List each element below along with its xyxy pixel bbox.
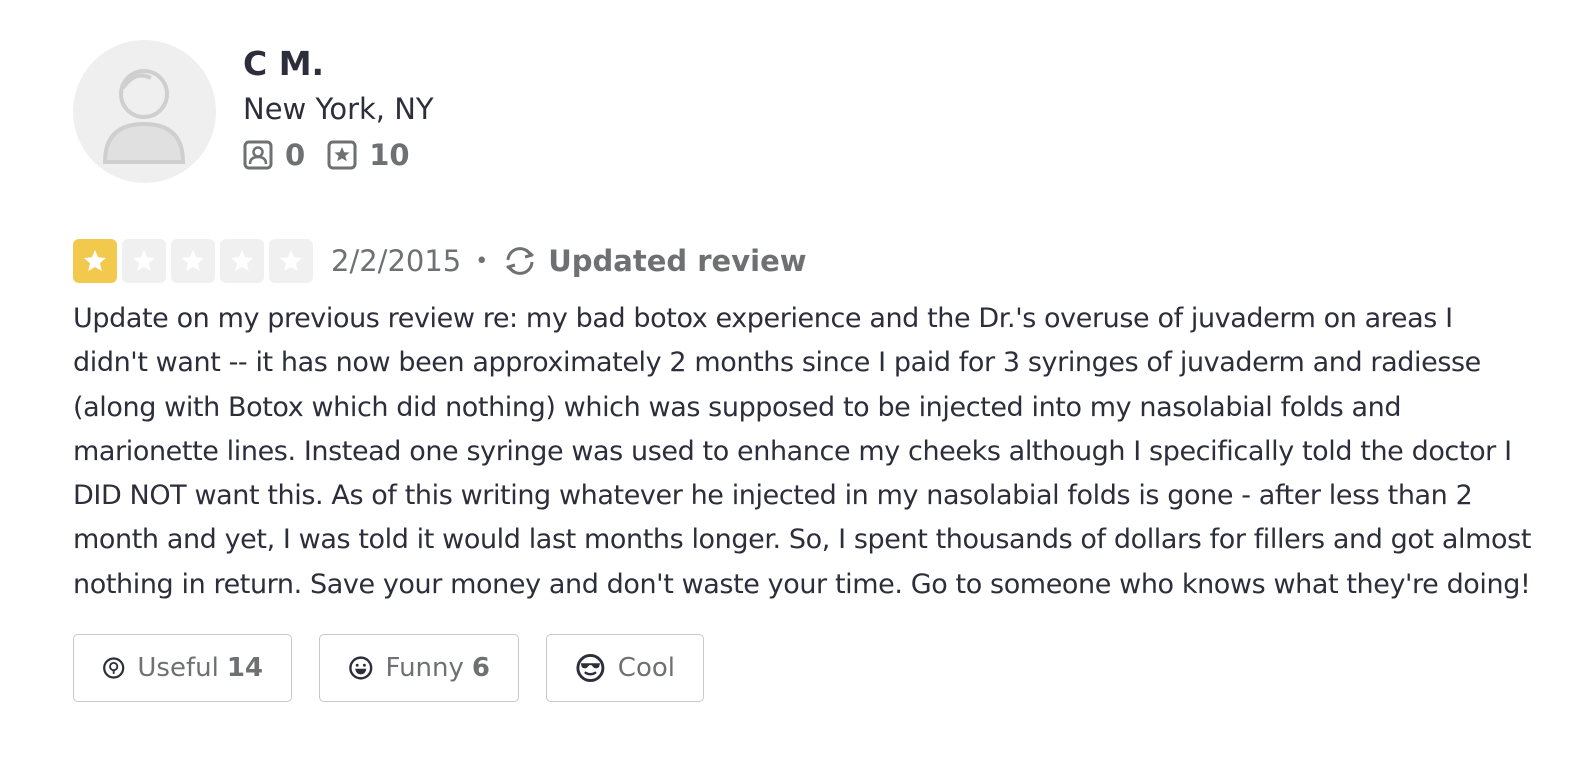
laughing-face-icon xyxy=(349,656,373,680)
funny-button[interactable]: Funny 6 xyxy=(319,634,519,703)
star-empty xyxy=(220,239,264,283)
funny-label: Funny xyxy=(385,653,464,684)
review-meta: 2/2/2015 • Updated review xyxy=(73,239,1543,283)
useful-count: 14 xyxy=(226,653,263,684)
star-filled xyxy=(73,239,117,283)
avatar[interactable] xyxy=(73,40,216,183)
friends-count: 0 xyxy=(285,138,306,172)
review-text: Update on my previous review re: my bad … xyxy=(73,303,1532,600)
friends-stat: 0 xyxy=(243,138,305,172)
refresh-icon xyxy=(506,247,534,275)
separator-dot: • xyxy=(475,248,489,274)
reviews-count: 10 xyxy=(369,138,410,172)
review-card: C M. New York, NY 0 10 2/2/2015 • Update… xyxy=(73,40,1543,703)
user-location: New York, NY xyxy=(243,92,434,126)
updated-review-link[interactable]: Updated review xyxy=(502,244,807,278)
lightbulb-icon xyxy=(103,657,125,679)
default-user-icon xyxy=(102,69,186,164)
review-star-icon xyxy=(327,140,357,170)
updated-review-label: Updated review xyxy=(548,244,807,278)
sunglasses-face-icon xyxy=(576,654,605,683)
funny-count: 6 xyxy=(471,653,490,684)
star-icon xyxy=(84,250,106,271)
useful-button[interactable]: Useful 14 xyxy=(73,634,292,703)
star-icon xyxy=(280,250,302,271)
star-icon xyxy=(231,250,253,271)
cool-label: Cool xyxy=(617,653,675,684)
user-name[interactable]: C M. xyxy=(243,44,434,84)
star-icon xyxy=(182,250,204,271)
star-empty xyxy=(122,239,166,283)
star-empty xyxy=(171,239,215,283)
user-stats: 0 10 xyxy=(243,138,434,172)
cool-button[interactable]: Cool xyxy=(546,634,704,703)
star-empty xyxy=(269,239,313,283)
star-icon xyxy=(133,250,155,271)
useful-label: Useful xyxy=(137,653,219,684)
star-rating xyxy=(73,239,318,283)
reviews-stat: 10 xyxy=(327,138,410,172)
review-date: 2/2/2015 xyxy=(331,244,462,278)
friends-icon xyxy=(243,140,273,170)
user-passport: C M. New York, NY 0 10 xyxy=(73,40,1543,183)
reaction-buttons: Useful 14 Funny 6 Cool xyxy=(73,634,1543,703)
